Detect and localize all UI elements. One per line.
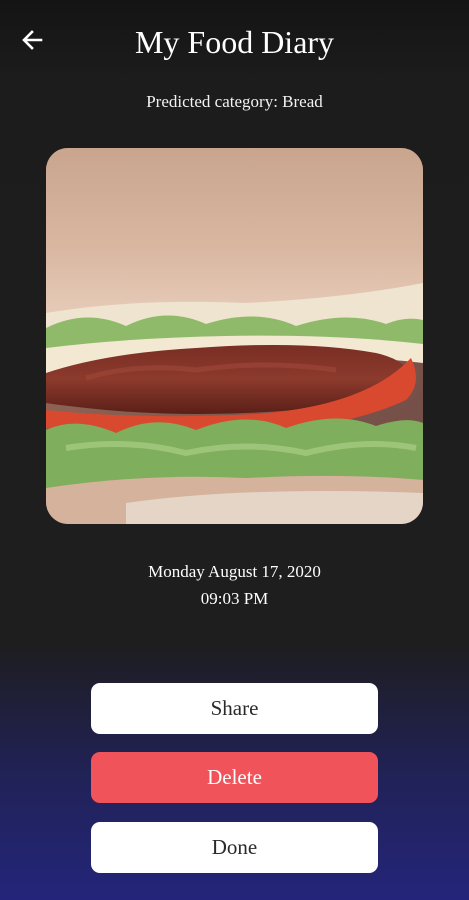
delete-button[interactable]: Delete [91,752,378,803]
done-button[interactable]: Done [91,822,378,873]
entry-time: 09:03 PM [200,589,269,608]
page-title: My Food Diary [134,24,335,60]
app-bar: My Food Diary [0,0,469,80]
food-photo [46,148,423,524]
entry-date: Monday August 17, 2020 [148,562,321,581]
share-button[interactable]: Share [91,683,378,734]
predicted-category-label: Predicted category: Bread [146,92,323,111]
entry-datetime: Monday August 17, 2020 09:03 PM [0,558,469,612]
